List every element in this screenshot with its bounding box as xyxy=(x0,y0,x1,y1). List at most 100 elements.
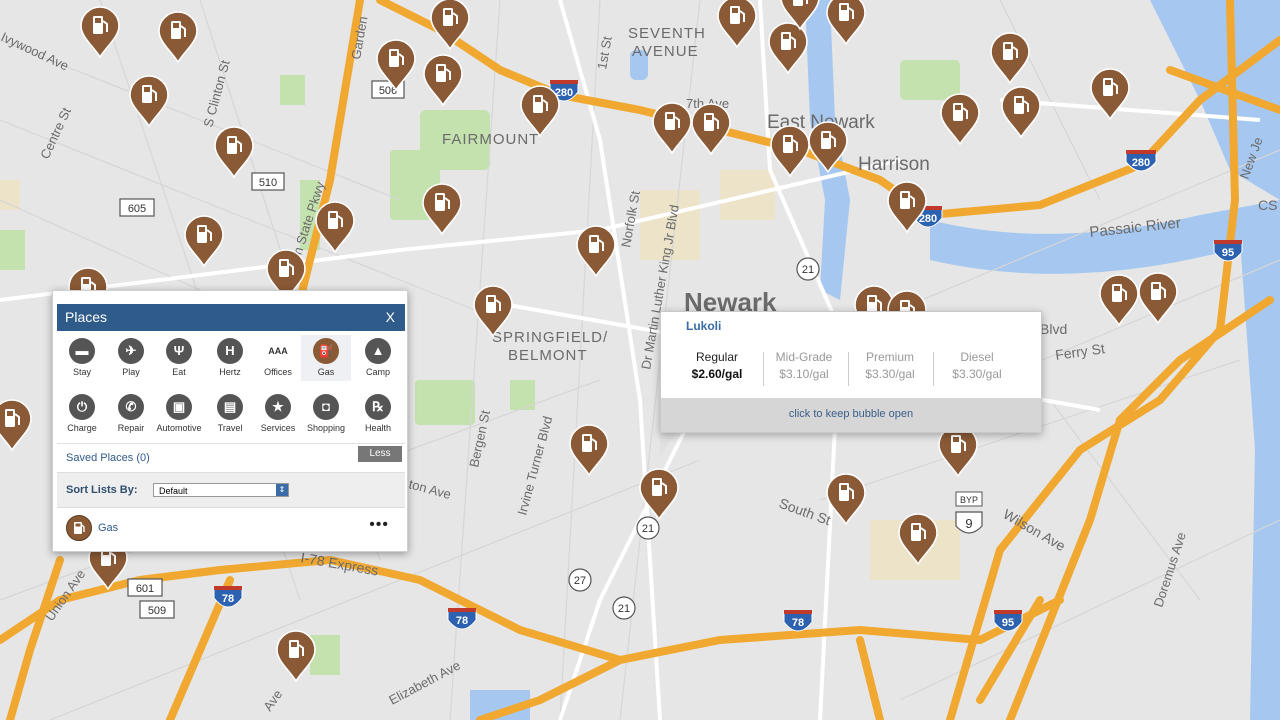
price-regular: Regular $2.60/gal xyxy=(675,350,759,381)
price-diesel: Diesel $3.30/gal xyxy=(935,350,1019,381)
gas-pump-icon xyxy=(66,515,92,541)
bubble-pointer xyxy=(660,430,678,456)
bed-icon: ▬ xyxy=(69,338,95,364)
neighborhood-label: BELMONT xyxy=(508,347,588,364)
places-panel: Places X ▬ Stay ✈ Play Ψ Eat H Hertz AAA… xyxy=(52,290,408,552)
sort-row: Sort Lists By: Default ⇕ xyxy=(57,472,405,508)
close-button[interactable]: X xyxy=(386,309,395,325)
shield-label: BYP xyxy=(960,495,978,505)
street-label: CS xyxy=(1258,197,1277,213)
gas-pump-icon: ⛽ xyxy=(313,338,339,364)
shield-label: 9 xyxy=(965,516,972,531)
category-label: Shopping xyxy=(306,423,346,433)
category-label: Health xyxy=(364,423,391,433)
category-shopping[interactable]: ◘ Shopping xyxy=(301,391,351,437)
shield-label: 605 xyxy=(128,203,146,215)
fuel-price: $2.60/gal xyxy=(691,367,743,381)
shield-label: 78 xyxy=(222,593,234,605)
sort-label: Sort Lists By: xyxy=(66,484,138,496)
county-shield: 509 xyxy=(139,600,175,619)
plug-icon: ⏻ xyxy=(69,394,95,420)
keep-bubble-open-button[interactable]: click to keep bubble open xyxy=(661,398,1041,432)
category-label: Gas xyxy=(317,367,335,377)
category-repair[interactable]: ✆ Repair xyxy=(106,391,156,437)
category-eat[interactable]: Ψ Eat xyxy=(154,335,204,381)
station-name[interactable]: Lukoli xyxy=(686,319,721,333)
category-health[interactable]: ℞ Health xyxy=(353,391,403,437)
county-shield: 605 xyxy=(119,198,155,217)
fuel-price: $3.10/gal xyxy=(779,367,829,381)
star-icon: ★ xyxy=(265,394,291,420)
station-info-bubble: Lukoli Regular $2.60/gal Mid-Grade $3.10… xyxy=(660,311,1042,433)
fuel-price: $3.30/gal xyxy=(952,367,1002,381)
category-gas[interactable]: ⛽ Gas xyxy=(301,335,351,381)
category-label: Eat xyxy=(172,367,186,377)
state-shield: 21 xyxy=(612,596,636,620)
state-shield: 21 xyxy=(636,516,660,540)
shield-label: 601 xyxy=(136,583,154,595)
county-shield: 510 xyxy=(251,172,285,191)
shield-label: 95 xyxy=(1002,617,1014,629)
state-shield: 27 xyxy=(568,568,592,592)
divider xyxy=(57,443,405,444)
shield-label: 27 xyxy=(574,575,586,587)
category-travel[interactable]: ▤ Travel xyxy=(205,391,255,437)
sort-value: Default xyxy=(159,486,188,496)
saved-places-link[interactable]: Saved Places (0) xyxy=(66,452,150,464)
shield-label: 95 xyxy=(1222,247,1234,259)
hertz-icon: H xyxy=(217,338,243,364)
category-play[interactable]: ✈ Play xyxy=(106,335,156,381)
divider xyxy=(933,352,934,386)
list-item-label[interactable]: Gas xyxy=(98,522,118,534)
county-shield: 601 xyxy=(127,578,163,597)
rx-icon: ℞ xyxy=(365,394,391,420)
shield-label: 78 xyxy=(456,615,468,627)
suitcase-icon: ▤ xyxy=(217,394,243,420)
fork-icon: Ψ xyxy=(166,338,192,364)
fuel-grade: Diesel xyxy=(960,350,994,364)
fuel-grade: Mid-Grade xyxy=(775,350,833,364)
street-label: Blvd xyxy=(1040,321,1067,337)
more-options-button[interactable]: ••• xyxy=(369,516,389,534)
category-charge[interactable]: ⏻ Charge xyxy=(57,391,107,437)
sort-select[interactable]: Default ⇕ xyxy=(153,483,289,497)
fuel-price: $3.30/gal xyxy=(865,367,915,381)
category-automotive[interactable]: ▣ Automotive xyxy=(154,391,204,437)
aaa-icon: AAA xyxy=(268,346,288,356)
chevron-updown-icon: ⇕ xyxy=(276,484,288,496)
places-header: Places X xyxy=(57,304,405,331)
shield-label: 21 xyxy=(802,264,814,276)
category-camp[interactable]: ▲ Camp xyxy=(353,335,403,381)
car-icon: ▣ xyxy=(166,394,192,420)
category-hertz[interactable]: H Hertz xyxy=(205,335,255,381)
neighborhood-label: SEVENTH xyxy=(628,25,706,42)
wrench-icon: ✆ xyxy=(118,394,144,420)
shield-label: 280 xyxy=(919,213,937,225)
neighborhood-label: SPRINGFIELD/ xyxy=(492,329,608,346)
shield-label: 509 xyxy=(148,605,166,617)
ticket-icon: ✈ xyxy=(118,338,144,364)
city-label: Harrison xyxy=(858,154,930,175)
us-shield: 9 BYP xyxy=(955,491,983,534)
category-offices[interactable]: AAA Offices xyxy=(253,335,303,381)
shopping-bag-icon: ◘ xyxy=(313,394,339,420)
places-title: Places xyxy=(65,309,108,325)
less-button[interactable]: Less xyxy=(358,446,402,462)
state-shield: 21 xyxy=(796,257,820,281)
shield-label: 21 xyxy=(618,603,630,615)
price-mid-grade: Mid-Grade $3.10/gal xyxy=(762,350,846,381)
list-item-gas[interactable]: Gas ••• xyxy=(57,509,405,547)
tent-icon: ▲ xyxy=(365,338,391,364)
price-premium: Premium $3.30/gal xyxy=(848,350,932,381)
neighborhood-label: FAIRMOUNT xyxy=(442,131,539,148)
category-label: Camp xyxy=(365,367,390,377)
category-stay[interactable]: ▬ Stay xyxy=(57,335,107,381)
category-services[interactable]: ★ Services xyxy=(253,391,303,437)
shield-label: 21 xyxy=(642,523,654,535)
shield-label: 78 xyxy=(792,617,804,629)
neighborhood-label: AVENUE xyxy=(632,43,699,60)
fuel-grade: Regular xyxy=(695,350,739,364)
shield-label: 280 xyxy=(1132,157,1150,169)
fuel-grade: Premium xyxy=(865,350,914,364)
category-label: Automotive xyxy=(156,423,202,433)
